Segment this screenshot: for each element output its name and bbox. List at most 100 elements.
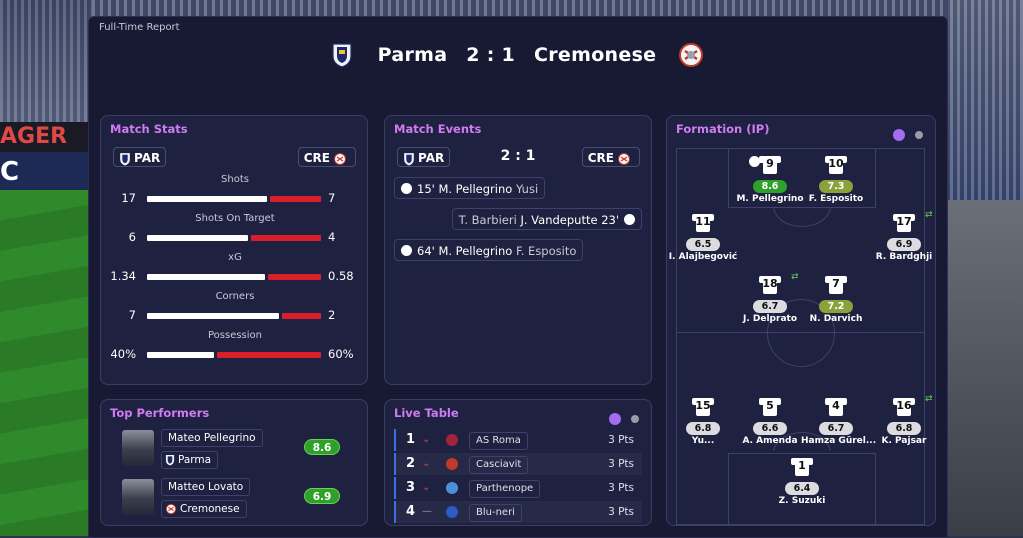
advertising-board: C [0, 152, 92, 192]
player-name: Yu... [691, 436, 715, 446]
stat-away-value: 7 [328, 191, 336, 205]
performer-team: Cremonese [161, 500, 247, 518]
trend-icon: ⌄ [422, 458, 431, 469]
stat-away-bar [217, 352, 321, 358]
formation-player[interactable]: 11 6.5 I. Alajbegović [668, 212, 738, 262]
formation-player[interactable]: 5 6.6 A. Amenda [735, 396, 805, 446]
formation-player[interactable]: 7 7.2 N. Darvich [801, 274, 871, 324]
report-title: Full-Time Report [99, 22, 180, 33]
panel-title: Top Performers [110, 406, 210, 420]
stat-away-value: 0.58 [328, 269, 354, 283]
scoreline: Parma 2 : 1 Cremonese [89, 41, 947, 69]
table-position: 1 [406, 432, 416, 447]
player-name: F. Esposito [808, 194, 864, 204]
advertising-board: AGER [0, 122, 92, 152]
qualification-bar [394, 453, 396, 475]
page-dot[interactable] [915, 130, 923, 139]
player-name: A. Amenda [742, 436, 798, 446]
table-team-name: Blu-neri [469, 504, 522, 522]
player-rating: 6.9 [887, 238, 921, 251]
formation-player[interactable]: 18 6.7 J. Delprato ⇄ [735, 272, 805, 324]
parma-crest-icon [165, 455, 175, 466]
stat-home-value: 1.34 [110, 269, 136, 283]
performer-rating: 8.6 [304, 439, 340, 455]
panel-title: Match Events [394, 122, 482, 136]
event-home-goal[interactable]: 64' M. Pellegrino F. Esposito [394, 239, 584, 261]
player-name: Hamza Gürel... [801, 436, 877, 446]
panel-title: Match Stats [110, 122, 188, 136]
player-photo [122, 430, 154, 466]
player-name: K. Pajsar [881, 436, 927, 446]
qualification-bar [394, 501, 396, 523]
live-table-panel: Live Table 1 ⌄ AS Roma 3 Pts 2 ⌄ Casciavit 3 Pt… [384, 399, 652, 526]
page-dot-active[interactable] [892, 128, 905, 141]
table-points: 3 Pts [608, 482, 634, 494]
team-crest-icon [446, 482, 458, 494]
player-rating: 6.7 [753, 300, 787, 313]
table-row[interactable]: 3 ⌄ Parthenope 3 Pts [394, 477, 642, 499]
stat-home-value: 7 [128, 308, 136, 322]
performer-name[interactable]: Mateo Pellegrino [161, 429, 263, 447]
parma-crest-icon [332, 43, 352, 68]
formation-player[interactable]: 15 6.8 Yu... [668, 396, 738, 446]
formation-player[interactable]: 1 6.4 Z. Suzuki [767, 456, 837, 506]
goal-ball-icon [401, 183, 412, 194]
player-rating: 7.2 [819, 300, 853, 313]
match-events-panel: Match Events PAR 2 : 1 CRE 15' M. Pelleg… [384, 115, 652, 385]
stat-home-value: 40% [110, 347, 136, 361]
shirt-icon: 17 [893, 212, 915, 232]
shirt-icon: 18 [759, 274, 781, 294]
shirt-icon: 9 [759, 154, 781, 174]
cremonese-crest-icon [334, 152, 346, 165]
stat-home-bar [147, 352, 214, 358]
stadium-crowd-left [0, 0, 92, 125]
goal-ball-icon [624, 214, 635, 225]
player-rating: 8.6 [753, 180, 787, 193]
page-dot[interactable] [631, 414, 639, 423]
stat-home-bar [147, 313, 279, 319]
pitch-grass [0, 190, 92, 536]
away-team-chip: CRE [581, 147, 640, 167]
table-position: 2 [406, 456, 416, 471]
event-away-goal[interactable]: T. Barbieri J. Vandeputte 23' [451, 208, 642, 230]
panel-title: Live Table [394, 406, 459, 420]
player-name: I. Alajbegović [668, 252, 738, 262]
stat-label: Shots [221, 174, 249, 185]
table-row[interactable]: 4 — Blu-neri 3 Pts [394, 501, 642, 523]
player-name: R. Bardghji [875, 252, 933, 262]
performer-name[interactable]: Matteo Lovato [161, 478, 251, 496]
player-rating: 7.3 [819, 180, 853, 193]
table-position: 4 [406, 504, 416, 519]
table-row[interactable]: 2 ⌄ Casciavit 3 Pts [394, 453, 642, 475]
formation-player[interactable]: 17 6.9 R. Bardghji ⇄ [869, 210, 939, 262]
stat-home-value: 17 [121, 191, 136, 205]
table-team-name: Casciavit [469, 456, 529, 474]
player-rating: 6.6 [753, 422, 787, 435]
performer-rating: 6.9 [304, 488, 340, 504]
player-rating: 6.8 [686, 422, 720, 435]
formation-player[interactable]: 9 8.6 M. Pellegrino [735, 154, 805, 204]
shirt-icon: 5 [759, 396, 781, 416]
player-photo [122, 479, 154, 515]
formation-player[interactable]: 10 7.3 F. Esposito [801, 154, 871, 204]
shirt-icon: 7 [825, 274, 847, 294]
substitution-icon: ⇄ [791, 272, 799, 282]
player-rating: 6.5 [686, 238, 720, 251]
stat-home-bar [147, 235, 248, 241]
panel-title: Formation (IP) [676, 122, 770, 136]
table-row[interactable]: 1 ⌄ AS Roma 3 Pts [394, 429, 642, 451]
event-home-goal[interactable]: 15' M. Pellegrino Yusi [394, 177, 546, 199]
team-crest-icon [446, 506, 458, 518]
player-name: M. Pellegrino [736, 194, 804, 204]
stat-away-bar [251, 235, 321, 241]
formation-player[interactable]: 4 6.7 Hamza Gürel... [801, 396, 877, 446]
qualification-bar [394, 477, 396, 499]
qualification-bar [394, 429, 396, 451]
stat-home-value: 6 [128, 230, 136, 244]
table-team-name: AS Roma [469, 432, 528, 450]
formation-player[interactable]: 16 6.8 K. Pajsar ⇄ [869, 394, 939, 446]
page-dot-active[interactable] [608, 412, 621, 425]
stat-home-bar [147, 274, 265, 280]
pager-dots [888, 124, 923, 143]
stat-away-value: 2 [328, 308, 336, 322]
